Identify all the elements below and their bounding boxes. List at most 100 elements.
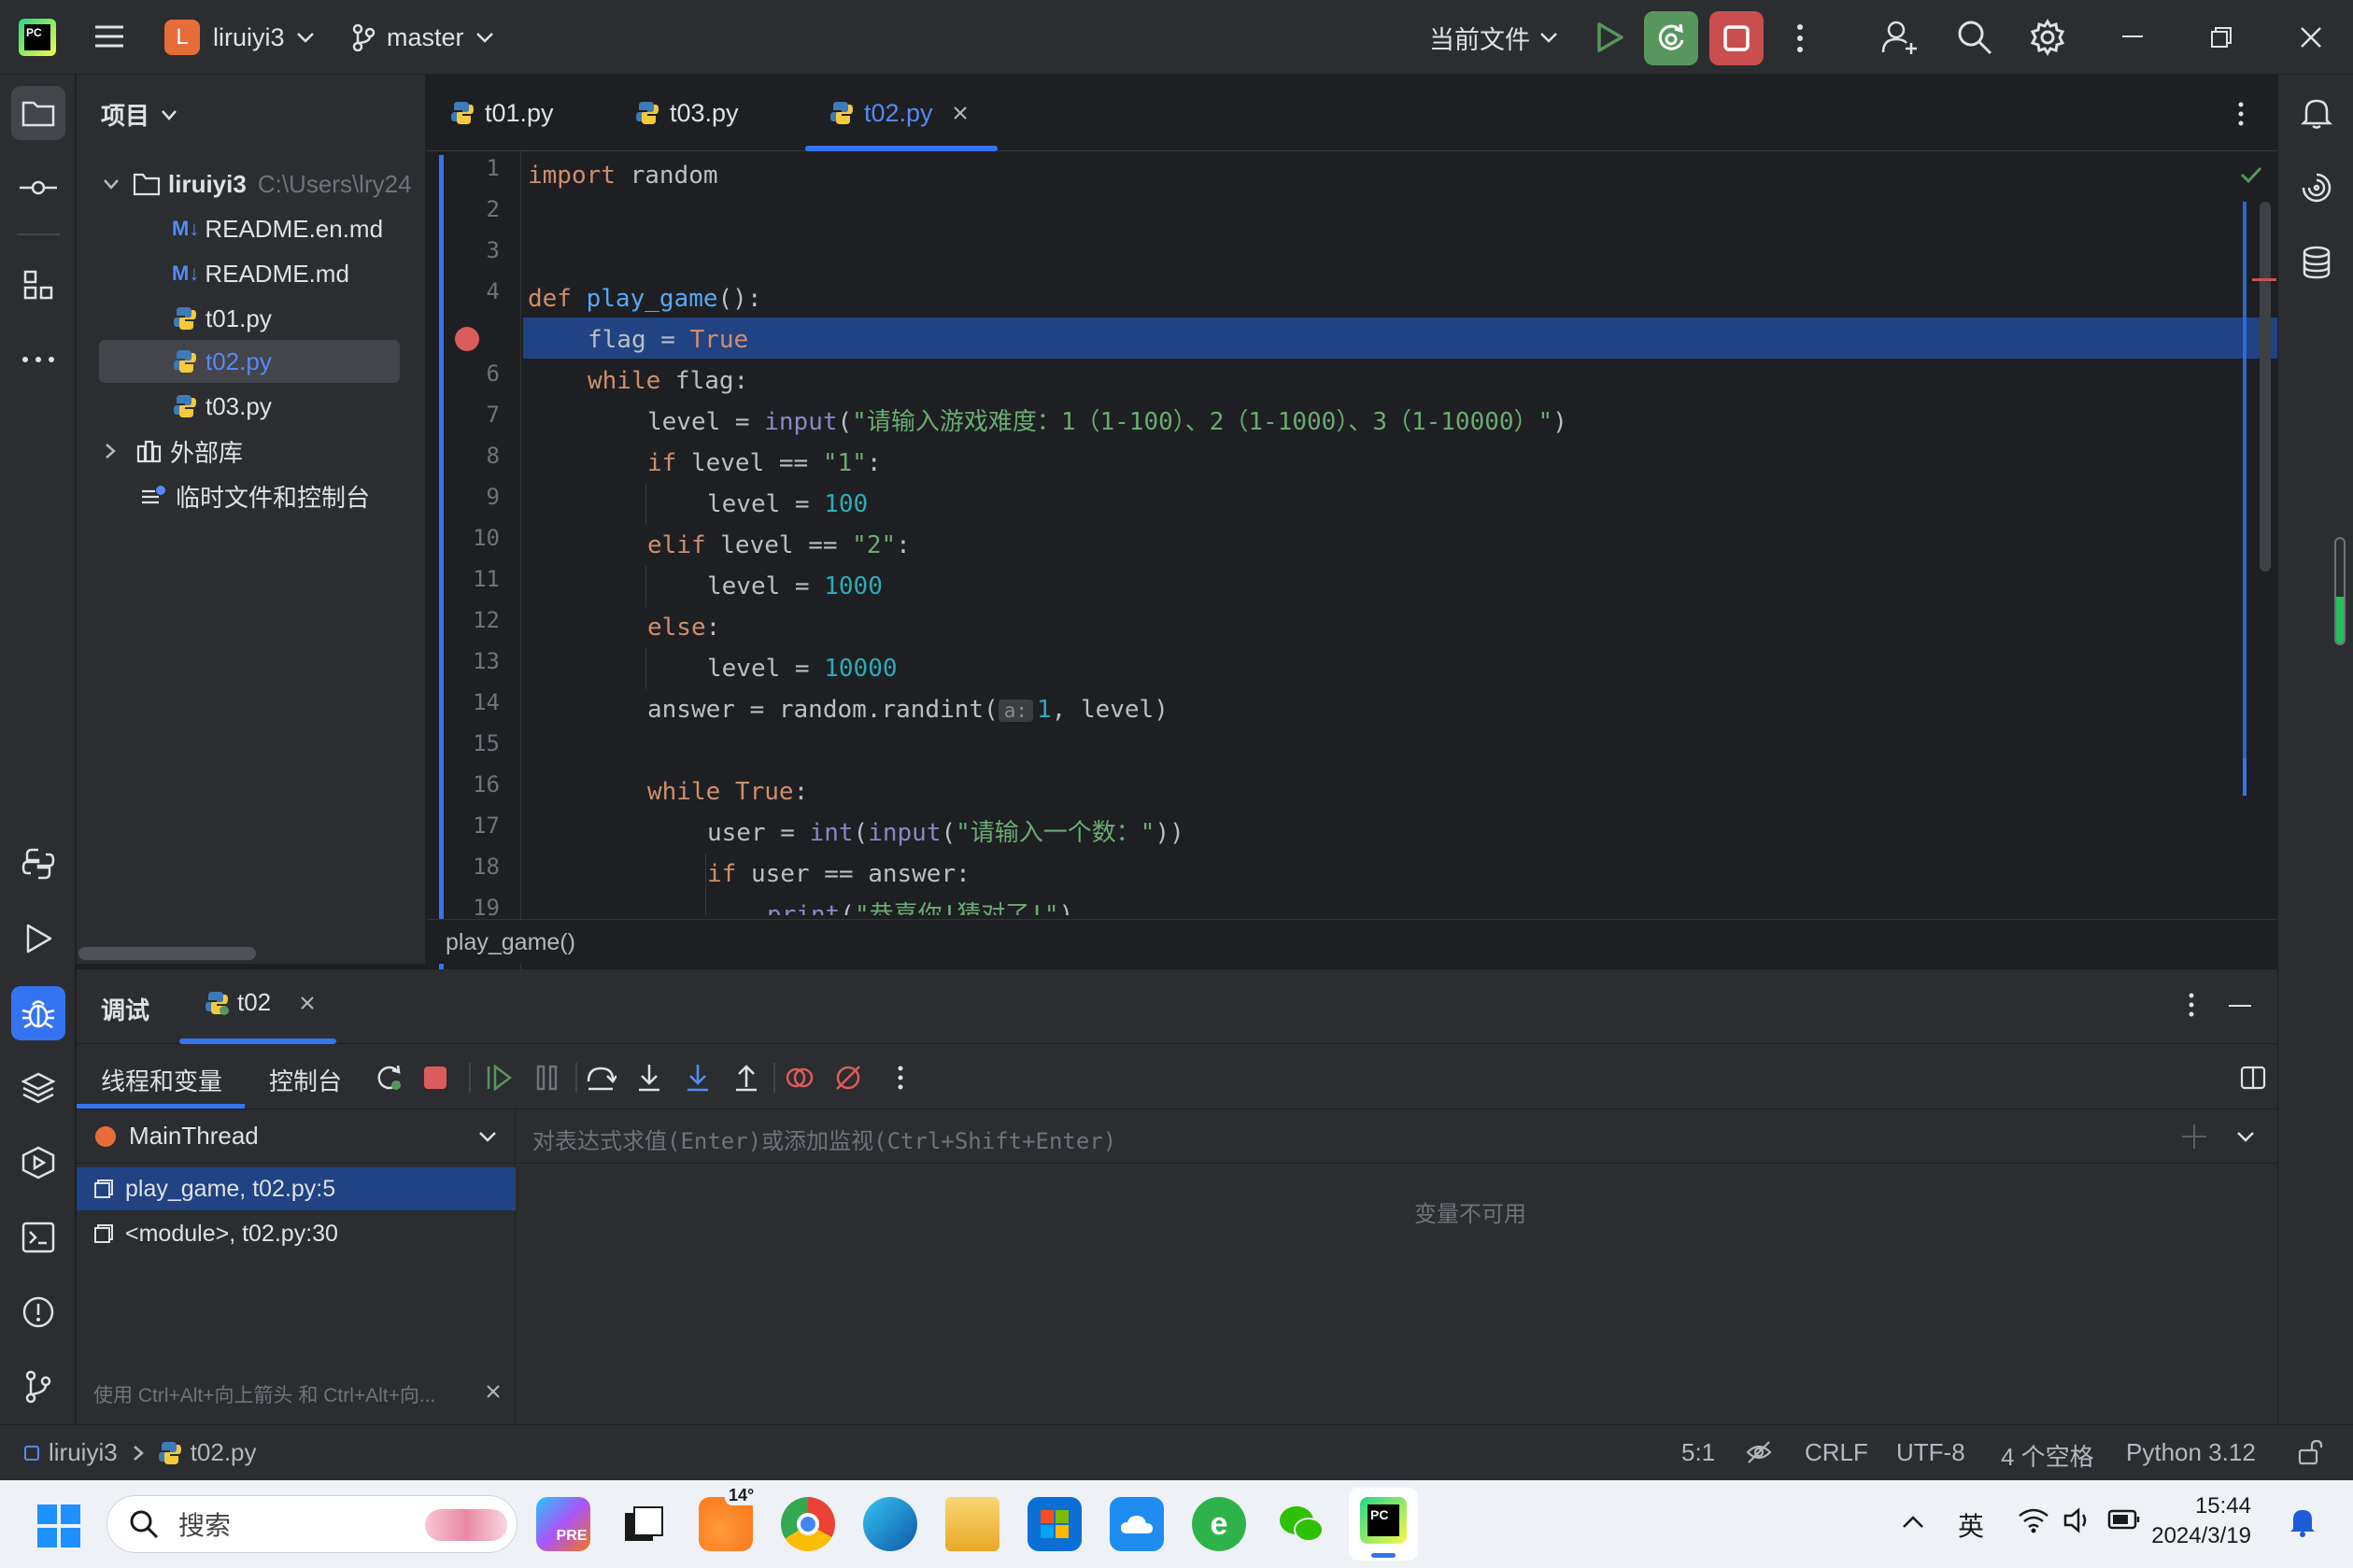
code-view[interactable]: import random def play_game(): flag = Tr…	[427, 151, 2258, 915]
python-interpreter[interactable]: Python 3.12	[2126, 1438, 2256, 1467]
file-explorer-icon[interactable]	[945, 1497, 999, 1551]
hide-panel-icon[interactable]	[2229, 1005, 2251, 1007]
notifications-button[interactable]	[2289, 86, 2344, 140]
git-tool-button[interactable]	[11, 1360, 65, 1414]
function-breadcrumb[interactable]: play_game()	[446, 929, 575, 956]
chrome-icon[interactable]	[781, 1497, 835, 1551]
system-clock[interactable]: 15:44 2024/3/19	[2151, 1493, 2251, 1549]
pycharm-logo-icon[interactable]: PC	[19, 19, 56, 56]
stop-button[interactable]	[1709, 11, 1764, 65]
copilot-icon[interactable]: PRE	[536, 1497, 590, 1551]
frame-item-selected[interactable]: play_game, t02.py:5	[77, 1167, 516, 1210]
tab-threads-variables[interactable]: 线程和变量	[101, 1063, 222, 1097]
stop-icon[interactable]	[424, 1067, 447, 1089]
tree-file-t01[interactable]: t01.py	[172, 297, 272, 340]
caret-position[interactable]: 5:1	[1681, 1438, 1715, 1467]
pause-icon[interactable]	[534, 1063, 560, 1093]
tab-t01[interactable]: t01.py	[449, 75, 554, 151]
onedrive-icon[interactable]	[1110, 1497, 1164, 1551]
notification-bell-icon[interactable]	[2289, 1506, 2317, 1538]
horizontal-scrollbar[interactable]	[78, 947, 256, 960]
battery-icon[interactable]	[2107, 1508, 2141, 1531]
wechat-icon[interactable]	[1274, 1497, 1328, 1551]
branch-switcher[interactable]: master	[351, 19, 494, 56]
minimize-window-icon[interactable]	[2122, 35, 2143, 37]
tree-scratches[interactable]: 临时文件和控制台	[140, 474, 370, 517]
edge-icon[interactable]	[863, 1497, 917, 1551]
evaluate-expression-field[interactable]: 对表达式求值(Enter)或添加监视(Ctrl+Shift+Enter)	[517, 1109, 2277, 1164]
microsoft-store-icon[interactable]	[1028, 1497, 1082, 1551]
terminal-tool-button[interactable]	[11, 1210, 65, 1264]
thread-selector[interactable]: MainThread	[77, 1109, 516, 1164]
wifi-icon[interactable]	[2018, 1506, 2049, 1534]
step-out-icon[interactable]	[732, 1063, 760, 1093]
debug-options-icon[interactable]	[2188, 992, 2195, 1018]
rerun-icon[interactable]	[374, 1063, 404, 1093]
pycharm-taskbar-button[interactable]: PC	[1349, 1488, 1418, 1561]
ie-browser-icon[interactable]: e	[1192, 1497, 1246, 1551]
step-into-icon[interactable]	[635, 1063, 663, 1093]
status-breadcrumb[interactable]: liruiyi3 t02.py	[24, 1438, 257, 1467]
chevron-down-icon[interactable]	[2236, 1130, 2255, 1143]
step-into-my-code-icon[interactable]	[684, 1063, 712, 1093]
input-method-indicator[interactable]: 英	[1958, 1506, 1984, 1544]
settings-gear-icon[interactable]	[2029, 19, 2066, 56]
frame-item[interactable]: <module>, t02.py:30	[77, 1212, 516, 1255]
more-tools-button[interactable]	[11, 332, 65, 387]
project-panel-header[interactable]: 项目	[101, 97, 177, 132]
resume-icon[interactable]	[484, 1063, 514, 1093]
tab-t02[interactable]: t02.py	[829, 75, 969, 151]
read-only-lock-icon[interactable]	[2298, 1438, 2324, 1466]
tree-file-readme[interactable]: M↓ README.md	[172, 252, 349, 295]
run-config-selector[interactable]: 当前文件	[1429, 19, 1558, 56]
main-menu-icon[interactable]	[93, 22, 125, 50]
tree-external-libraries[interactable]: 外部库	[105, 430, 243, 473]
tab-console[interactable]: 控制台	[269, 1063, 342, 1097]
search-icon[interactable]	[1956, 19, 1993, 56]
more-actions-icon[interactable]	[1795, 22, 1805, 54]
debug-tool-button[interactable]	[11, 986, 65, 1040]
volume-icon[interactable]	[2062, 1506, 2092, 1534]
tree-file-readme-en[interactable]: M↓ README.en.md	[172, 207, 383, 250]
tray-overflow-icon[interactable]	[1902, 1514, 1924, 1529]
restore-window-icon[interactable]	[2210, 26, 2233, 49]
task-view-icon[interactable]	[617, 1497, 671, 1551]
file-encoding[interactable]: UTF-8	[1896, 1438, 1965, 1467]
debug-session-tab[interactable]: t02	[204, 988, 316, 1017]
close-window-icon[interactable]	[2300, 26, 2322, 49]
python-packages-button[interactable]	[11, 1061, 65, 1115]
step-over-icon[interactable]	[585, 1063, 617, 1093]
tree-file-t02[interactable]: t02.py	[172, 340, 272, 383]
more-debug-actions-icon[interactable]	[897, 1065, 904, 1091]
close-tab-icon[interactable]	[299, 995, 316, 1011]
indent-setting[interactable]: 4 个空格	[2001, 1438, 2094, 1473]
tab-options-icon[interactable]	[2237, 101, 2245, 127]
view-breakpoints-icon[interactable]	[785, 1063, 815, 1093]
project-tool-button[interactable]	[11, 86, 65, 140]
project-switcher[interactable]: L liruiyi3	[164, 19, 315, 56]
close-tab-icon[interactable]	[952, 105, 969, 121]
add-watch-icon[interactable]	[2180, 1123, 2208, 1151]
add-user-icon[interactable]	[1881, 19, 1919, 56]
layout-settings-icon[interactable]	[2240, 1065, 2266, 1091]
start-button[interactable]	[37, 1504, 80, 1547]
tab-t03[interactable]: t03.py	[634, 75, 739, 151]
run-tool-button[interactable]	[11, 911, 65, 966]
run-button[interactable]	[1590, 19, 1627, 56]
ai-assistant-button[interactable]	[2289, 161, 2344, 215]
taskbar-search-box[interactable]: 搜索	[106, 1495, 517, 1553]
scrollbar-thumb[interactable]	[2260, 202, 2271, 572]
rerun-debug-button[interactable]	[1644, 11, 1698, 65]
tree-file-t03[interactable]: t03.py	[172, 385, 272, 428]
inspections-off-icon[interactable]	[1745, 1438, 1773, 1466]
tree-root[interactable]: liruiyi3 C:\Users\lry24	[103, 162, 412, 205]
database-button[interactable]	[2289, 235, 2344, 290]
weather-widget[interactable]: 14°	[699, 1486, 758, 1551]
problems-tool-button[interactable]	[11, 1285, 65, 1339]
python-console-button[interactable]	[11, 837, 65, 891]
commit-tool-button[interactable]	[11, 161, 65, 215]
line-separator[interactable]: CRLF	[1805, 1438, 1868, 1467]
mute-breakpoints-icon[interactable]	[833, 1063, 863, 1093]
structure-tool-button[interactable]	[11, 258, 65, 312]
close-hint-icon[interactable]	[486, 1384, 501, 1399]
